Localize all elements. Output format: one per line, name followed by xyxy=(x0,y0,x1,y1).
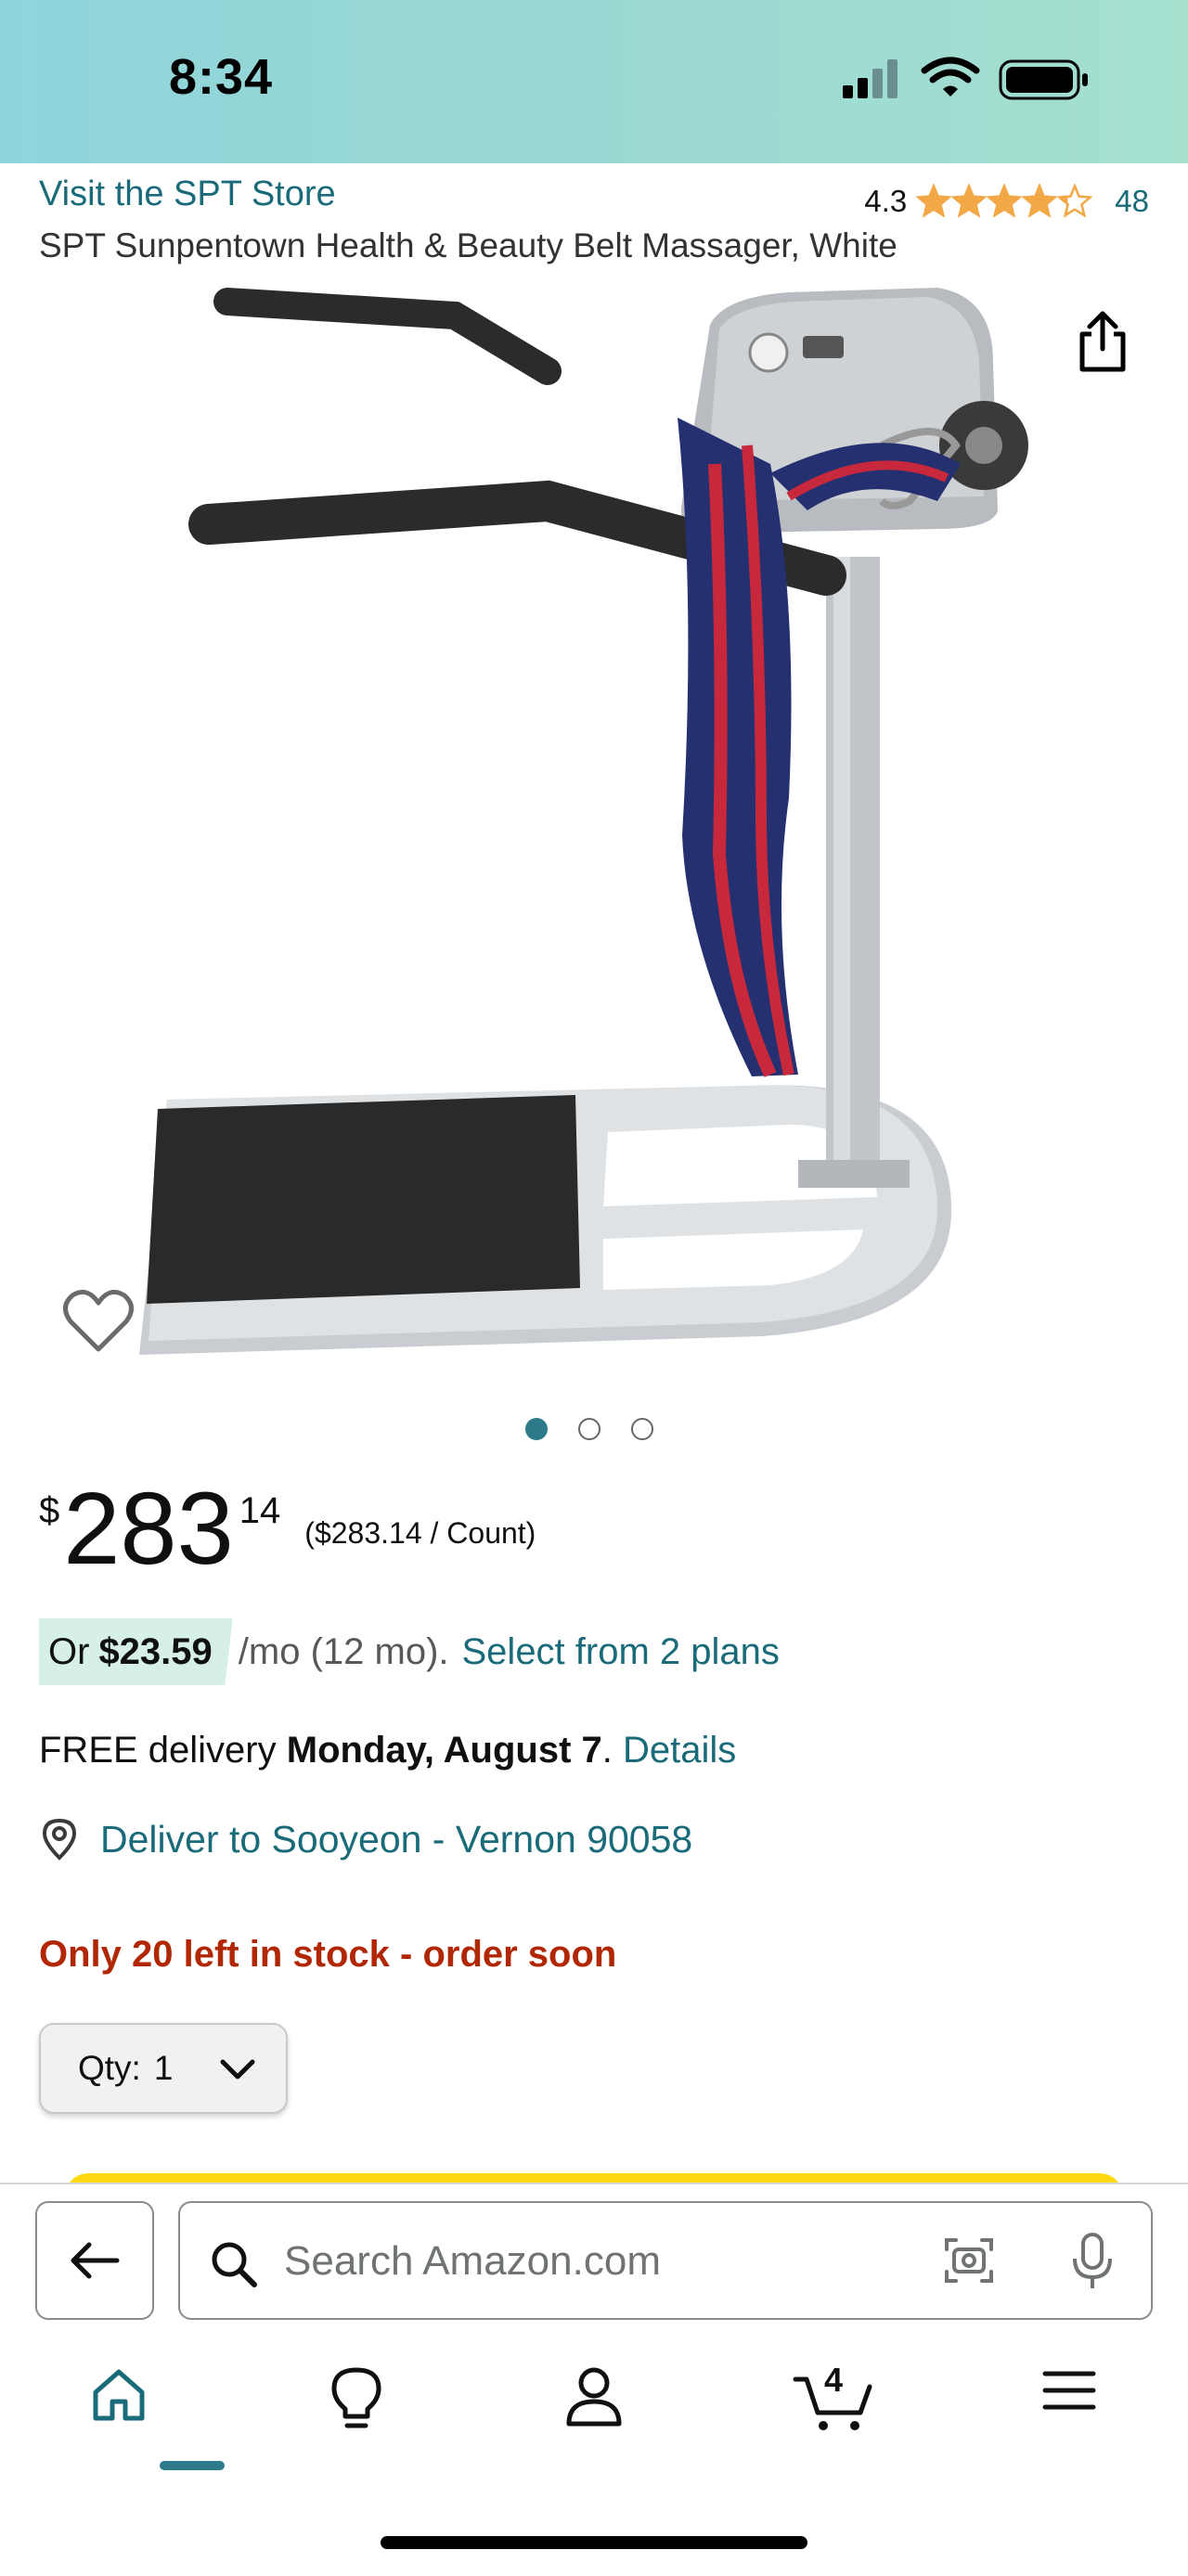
wishlist-button[interactable] xyxy=(61,1288,136,1355)
delivery-period: . xyxy=(601,1730,613,1771)
back-arrow-icon xyxy=(71,2242,120,2279)
status-bar: 8:34 xyxy=(0,0,1188,163)
carousel-dot[interactable] xyxy=(631,1418,653,1440)
product-title: SPT Sunpentown Health & Beauty Belt Mass… xyxy=(39,226,897,264)
star-icon xyxy=(1022,184,1058,218)
home-icon xyxy=(93,2369,145,2421)
location-text[interactable]: Deliver to Sooyeon - Vernon 90058 xyxy=(100,1818,692,1861)
nav-account[interactable] xyxy=(548,2364,640,2467)
location-pin-icon xyxy=(42,1818,77,1861)
image-carousel-dots[interactable] xyxy=(525,1418,684,1440)
delivery-info: FREE delivery Monday, August 7. Details xyxy=(39,1730,736,1771)
product-image[interactable] xyxy=(121,278,1086,1373)
cart-count-badge: 4 xyxy=(823,2361,844,2399)
belt-massager-image xyxy=(139,288,1028,1355)
active-tab-indicator xyxy=(160,2461,225,2470)
camera-search-icon[interactable] xyxy=(941,2233,997,2288)
star-icon xyxy=(1057,184,1093,218)
home-indicator-bar xyxy=(381,2536,807,2549)
rating-row[interactable]: 4.3 48 xyxy=(864,180,1149,223)
bottom-nav: 4 xyxy=(0,2361,1188,2476)
carousel-dot[interactable] xyxy=(578,1418,600,1440)
star-rating xyxy=(916,184,1093,219)
star-icon xyxy=(916,184,952,218)
nav-menu[interactable] xyxy=(1023,2364,1116,2467)
price-currency: $ xyxy=(39,1490,60,1531)
lightbulb-icon xyxy=(331,2367,381,2428)
financing-row: Or $23.59 /mo (12 mo). Select from 2 pla… xyxy=(39,1618,780,1685)
stock-warning: Only 20 left in stock - order soon xyxy=(39,1934,617,1975)
search-input[interactable] xyxy=(282,2231,806,2292)
search-bar[interactable] xyxy=(178,2201,1153,2320)
store-link[interactable]: Visit the SPT Store xyxy=(39,174,336,214)
back-button[interactable] xyxy=(35,2201,154,2320)
search-icon xyxy=(212,2242,257,2287)
financing-monthly-amount: $23.59 xyxy=(98,1630,213,1672)
microphone-icon[interactable] xyxy=(1069,2231,1116,2292)
quantity-selector[interactable]: Qty: 1 xyxy=(39,2023,288,2114)
rating-value: 4.3 xyxy=(864,184,908,218)
nav-inspire[interactable] xyxy=(310,2364,403,2467)
star-icon xyxy=(951,184,988,218)
status-icons xyxy=(835,56,1095,102)
price-fraction: 14 xyxy=(239,1490,281,1531)
heart-icon xyxy=(63,1289,134,1352)
deliver-to-location[interactable]: Deliver to Sooyeon - Vernon 90058 xyxy=(39,1817,692,1861)
star-icon xyxy=(987,184,1023,218)
nav-cart[interactable]: 4 xyxy=(787,2361,880,2467)
price-per-unit: ($283.14 / Count) xyxy=(304,1516,536,1550)
share-icon xyxy=(1079,311,1126,372)
chevron-down-icon xyxy=(220,2059,255,2080)
share-button[interactable] xyxy=(1067,306,1138,377)
delivery-details-link[interactable]: Details xyxy=(623,1730,736,1771)
financing-term: /mo (12 mo). xyxy=(238,1630,449,1672)
price-whole: 283 xyxy=(63,1472,234,1586)
financing-badge: Or $23.59 xyxy=(39,1618,233,1685)
nav-home[interactable] xyxy=(72,2364,225,2470)
quantity-label: Qty: xyxy=(78,2049,141,2087)
delivery-date: Monday, August 7 xyxy=(286,1730,602,1771)
rating-count[interactable]: 48 xyxy=(1115,184,1149,219)
price: $ 283 14 ($283.14 / Count) xyxy=(39,1477,536,1581)
status-time: 8:34 xyxy=(169,49,274,105)
delivery-prefix: FREE delivery xyxy=(39,1730,277,1771)
financing-prefix: Or xyxy=(48,1630,90,1672)
select-plans-link[interactable]: Select from 2 plans xyxy=(462,1631,780,1673)
carousel-dot[interactable] xyxy=(525,1418,548,1440)
menu-icon xyxy=(1042,2371,1096,2410)
signal-wifi-battery-icon xyxy=(843,57,1088,100)
account-icon xyxy=(566,2367,622,2427)
quantity-value: 1 xyxy=(153,2049,174,2087)
